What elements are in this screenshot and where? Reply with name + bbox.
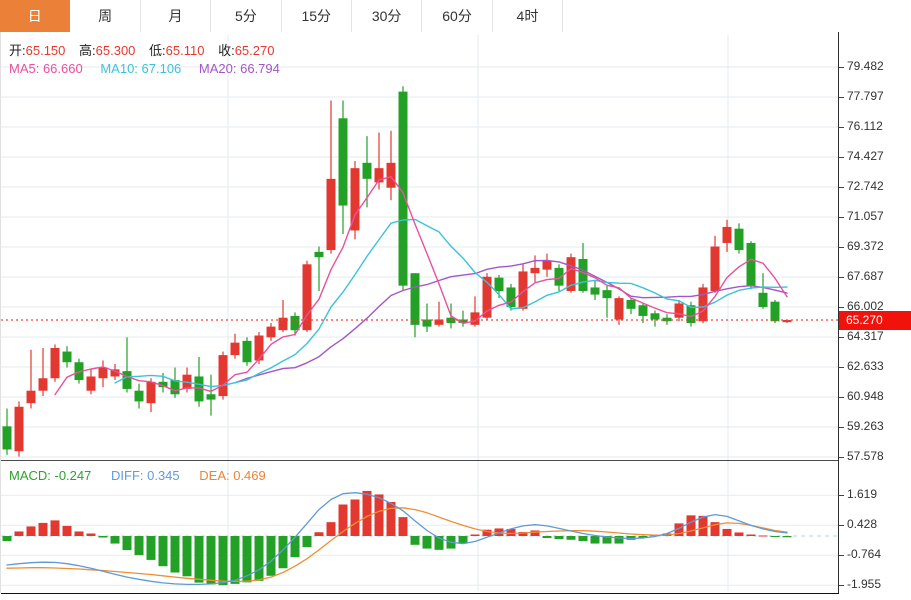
axis-tick-label: 64.317	[847, 328, 884, 343]
axis-tick-label: -1.955	[847, 577, 882, 592]
axis-tick-mark	[839, 246, 844, 248]
current-price-badge: 65.270	[839, 310, 911, 330]
axis-tick-mark	[839, 426, 844, 428]
axis-tick-label: 0.428	[847, 517, 878, 532]
axis-tick-mark	[839, 306, 844, 308]
axis-tick-mark	[839, 396, 844, 398]
timeframe-tabbar: 日 周 月 5分 15分 30分 60分 4时	[0, 0, 911, 33]
axis-tick-mark	[839, 156, 844, 158]
tab-60min[interactable]: 60分	[422, 0, 493, 32]
open-value: 65.150	[25, 43, 66, 58]
tab-day[interactable]: 日	[0, 0, 71, 32]
axis-tick-mark	[839, 186, 844, 188]
tab-15min[interactable]: 15分	[281, 0, 352, 32]
macd-legend: MACD: -0.247 DIFF: 0.345 DEA: 0.469	[9, 468, 266, 483]
axis-tick-mark	[839, 126, 844, 128]
axis-tick-mark	[839, 585, 844, 587]
axis-tick-label: 77.797	[847, 88, 884, 103]
tab-5min[interactable]: 5分	[211, 0, 282, 32]
axis-tick-label: 1.619	[847, 487, 878, 502]
high-value: 65.300	[95, 43, 136, 58]
axis-tick-mark	[839, 495, 844, 497]
ma5-value: MA5: 66.660	[9, 61, 83, 76]
axis-tick-label: 60.948	[847, 388, 884, 403]
axis-tick-mark	[839, 456, 844, 458]
high-label: 高:	[79, 43, 96, 58]
axis-tick-mark	[839, 555, 844, 557]
axis-tick-label: -0.764	[847, 547, 882, 562]
chart-area[interactable]: 开:65.150 高:65.300 低:65.110 收:65.270 MA5:…	[0, 32, 839, 594]
axis-tick-mark	[839, 336, 844, 338]
axis-tick-label: 72.742	[847, 178, 884, 193]
tab-4hour[interactable]: 4时	[492, 0, 564, 32]
tab-month[interactable]: 月	[140, 0, 212, 32]
panel-separator	[1, 460, 839, 461]
close-value: 65.270	[234, 43, 275, 58]
tab-30min[interactable]: 30分	[351, 0, 423, 32]
open-label: 开:	[9, 43, 26, 58]
axis-tick-mark	[839, 525, 844, 527]
ma10-value: MA10: 67.106	[100, 61, 182, 76]
low-value: 65.110	[165, 43, 205, 58]
ma-legend: MA5: 66.660 MA10: 67.106 MA20: 66.794	[9, 61, 280, 76]
tab-week[interactable]: 周	[70, 0, 141, 32]
diff-value: DIFF: 0.345	[111, 468, 180, 483]
axis-tick-label: 69.372	[847, 238, 884, 253]
axis-tick-mark	[839, 67, 844, 68]
price-macd-chart[interactable]	[1, 32, 839, 593]
macd-value: MACD: -0.247	[9, 468, 92, 483]
axis-tick-label: 71.057	[847, 208, 884, 223]
axis-tick-label: 74.427	[847, 148, 884, 163]
axis-tick-mark	[839, 276, 844, 278]
axis-tick-label: 62.633	[847, 358, 884, 373]
chart-bottom-border	[1, 593, 839, 594]
axis-tick-label: 76.112	[847, 118, 883, 133]
dea-value: DEA: 0.469	[199, 468, 266, 483]
axis-tick-label: 79.482	[847, 59, 884, 73]
kline-chart-app: 日 周 月 5分 15分 30分 60分 4时 开:65.150 高:65.30…	[0, 0, 911, 600]
axis-tick-label: 57.578	[847, 448, 884, 463]
price-axis-column: 65.270 79.482 77.797 76.112 74.427 72.742 71.…	[838, 32, 911, 593]
close-label: 收:	[218, 43, 235, 58]
axis-tick-label: 67.687	[847, 268, 884, 283]
ohlc-legend: 开:65.150 高:65.300 低:65.110 收:65.270	[9, 40, 274, 59]
ma20-value: MA20: 66.794	[198, 61, 280, 76]
axis-tick-mark	[839, 366, 844, 368]
axis-tick-mark	[839, 216, 844, 218]
low-label: 低:	[149, 43, 166, 58]
axis-tick-mark	[839, 96, 844, 98]
axis-tick-label: 59.263	[847, 418, 884, 433]
